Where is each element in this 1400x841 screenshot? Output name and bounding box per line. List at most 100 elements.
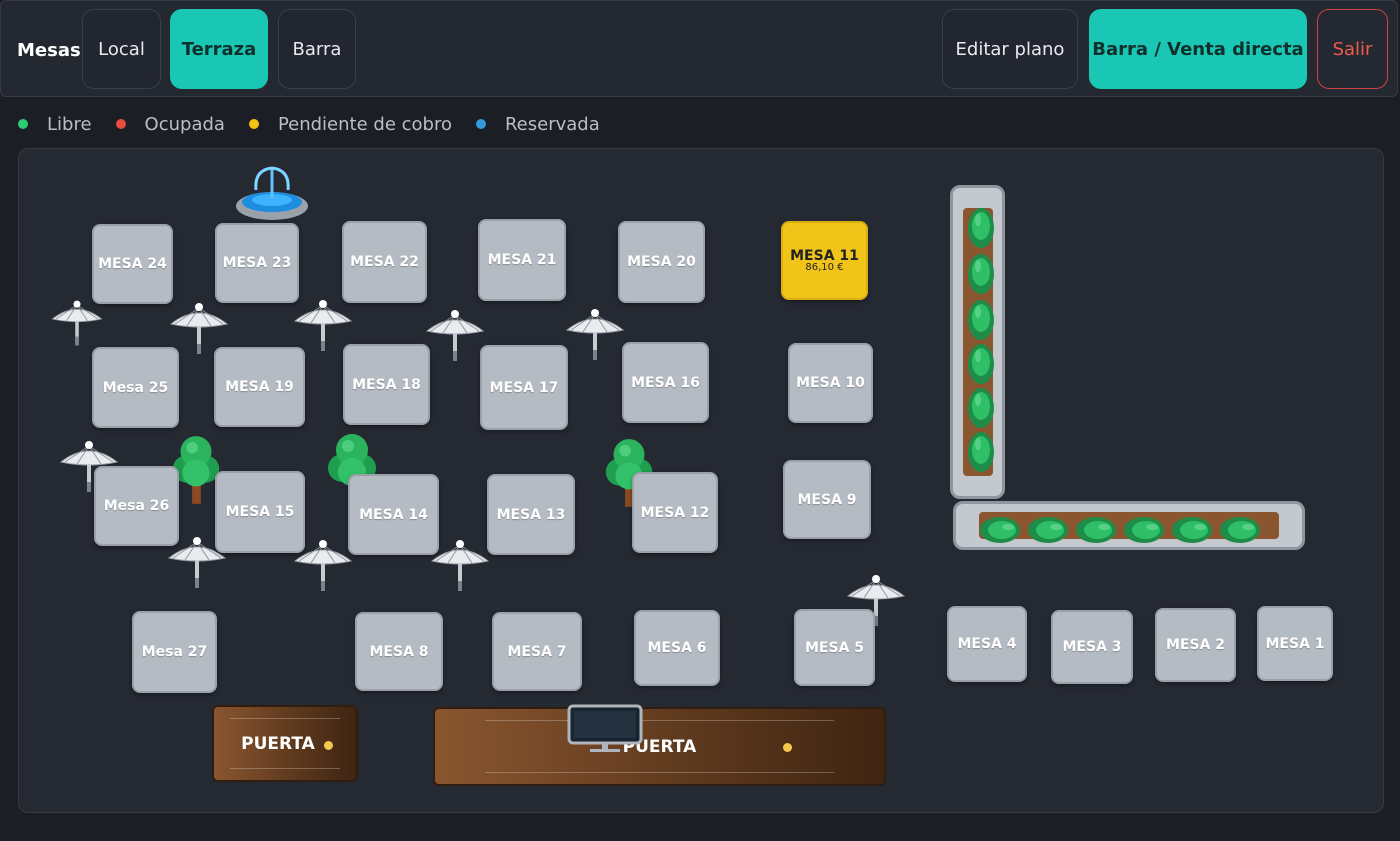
tab-terraza[interactable]: Terraza xyxy=(170,9,268,89)
free-dot-icon xyxy=(18,119,28,129)
table-mesa-12[interactable]: MESA 12 xyxy=(632,472,718,553)
table-label: MESA 8 xyxy=(369,643,429,660)
edit-plan-button[interactable]: Editar plano xyxy=(942,9,1078,89)
table-label: MESA 10 xyxy=(796,375,865,391)
shrub-icon xyxy=(1170,515,1214,545)
tab-barra[interactable]: Barra xyxy=(278,9,356,89)
table-mesa-15[interactable]: MESA 15 xyxy=(215,471,305,553)
table-mesa-4[interactable]: MESA 4 xyxy=(947,606,1027,682)
table-mesa-8[interactable]: MESA 8 xyxy=(355,612,443,691)
table-label: MESA 1 xyxy=(1265,635,1325,652)
table-mesa-11[interactable]: MESA 11 86,10 € xyxy=(781,221,868,300)
table-label: Mesa 25 xyxy=(102,379,169,396)
legend-free: Libre xyxy=(18,114,92,135)
table-mesa-27[interactable]: Mesa 27 xyxy=(132,611,217,693)
table-mesa-7[interactable]: MESA 7 xyxy=(492,612,582,691)
door-trim xyxy=(230,718,340,719)
table-label: MESA 18 xyxy=(352,376,421,393)
table-label: MESA 19 xyxy=(225,379,294,395)
table-mesa-6[interactable]: MESA 6 xyxy=(634,610,720,686)
table-mesa-13[interactable]: MESA 13 xyxy=(487,474,575,555)
shrub-icon xyxy=(966,298,996,342)
tab-local[interactable]: Local xyxy=(82,9,161,89)
legend-reserved: Reservada xyxy=(475,113,600,135)
shrub-icon xyxy=(966,206,996,250)
table-mesa-1[interactable]: MESA 1 xyxy=(1257,606,1333,681)
table-mesa-18[interactable]: MESA 18 xyxy=(343,344,430,425)
door-trim xyxy=(230,768,340,769)
table-label: MESA 17 xyxy=(489,379,559,396)
table-mesa-20[interactable]: MESA 20 xyxy=(618,221,705,303)
table-label: MESA 23 xyxy=(222,255,292,271)
table-label: MESA 4 xyxy=(957,636,1017,652)
legend-occupied: Ocupada xyxy=(115,113,225,135)
shrub-icon xyxy=(1074,515,1118,545)
legend-pending: Pendiente de cobro xyxy=(248,113,452,135)
table-label: Mesa 26 xyxy=(103,498,170,514)
table-label: MESA 6 xyxy=(647,640,707,656)
table-label: MESA 5 xyxy=(804,639,865,656)
occupied-dot-icon xyxy=(115,119,126,129)
table-mesa-9[interactable]: MESA 9 xyxy=(783,460,871,539)
fountain-icon xyxy=(234,162,310,222)
table-label: MESA 9 xyxy=(797,491,857,508)
door-trim xyxy=(485,720,834,721)
door-knob-icon xyxy=(324,741,333,750)
table-label: MESA 24 xyxy=(98,256,167,272)
shrub-icon xyxy=(966,252,996,296)
door-trim xyxy=(485,772,834,773)
table-mesa-24[interactable]: MESA 24 xyxy=(92,224,173,304)
table-mesa-17[interactable]: MESA 17 xyxy=(480,345,568,430)
legend-label: Libre xyxy=(47,113,92,135)
table-mesa-21[interactable]: MESA 21 xyxy=(478,219,566,301)
legend-label: Pendiente de cobro xyxy=(277,113,452,135)
page-title: Mesas xyxy=(17,40,81,61)
monitor-icon[interactable] xyxy=(566,704,644,754)
table-mesa-3[interactable]: MESA 3 xyxy=(1051,610,1133,684)
table-mesa-25[interactable]: Mesa 25 xyxy=(92,347,179,428)
table-label: MESA 2 xyxy=(1165,637,1226,653)
table-label: MESA 13 xyxy=(496,506,566,523)
table-label: MESA 12 xyxy=(640,504,710,521)
table-mesa-10[interactable]: MESA 10 xyxy=(788,343,873,423)
status-legend: Libre Ocupada Pendiente de cobro Reserva… xyxy=(18,113,624,135)
table-mesa-5[interactable]: MESA 5 xyxy=(794,609,875,686)
table-label: Mesa 27 xyxy=(141,644,208,660)
table-amount: 86,10 € xyxy=(805,262,844,273)
door-knob-icon xyxy=(783,743,792,752)
table-label: MESA 3 xyxy=(1062,639,1122,655)
parasol-icon xyxy=(45,298,109,354)
door-label: PUERTA xyxy=(241,733,315,754)
legend-label: Ocupada xyxy=(144,113,225,135)
table-mesa-23[interactable]: MESA 23 xyxy=(215,223,299,303)
table-mesa-2[interactable]: MESA 2 xyxy=(1155,608,1236,682)
parasol-icon xyxy=(423,307,487,371)
table-label: MESA 14 xyxy=(359,506,428,523)
shrub-icon xyxy=(966,430,996,474)
exit-button[interactable]: Salir xyxy=(1317,9,1388,89)
table-mesa-22[interactable]: MESA 22 xyxy=(342,221,427,303)
shrub-icon xyxy=(1122,515,1166,545)
table-mesa-19[interactable]: MESA 19 xyxy=(214,347,305,427)
door-large[interactable]: PUERTA xyxy=(433,707,886,786)
table-label: MESA 16 xyxy=(631,374,700,391)
table-label: MESA 7 xyxy=(507,643,567,660)
bar-direct-sale-button[interactable]: Barra / Venta directa xyxy=(1089,9,1307,89)
table-label: MESA 20 xyxy=(627,254,696,270)
door-small[interactable]: PUERTA xyxy=(212,705,358,782)
table-mesa-26[interactable]: Mesa 26 xyxy=(94,466,179,546)
table-label: MESA 21 xyxy=(487,252,557,268)
shrub-icon xyxy=(966,342,996,386)
table-mesa-16[interactable]: MESA 16 xyxy=(622,342,709,423)
legend-label: Reservada xyxy=(504,113,600,135)
table-mesa-14[interactable]: MESA 14 xyxy=(348,474,439,555)
top-bar: Mesas Local Terraza Barra Editar plano B… xyxy=(0,0,1398,97)
parasol-icon xyxy=(563,306,627,370)
table-label: MESA 15 xyxy=(225,504,295,520)
table-label: MESA 22 xyxy=(350,254,419,270)
reserved-dot-icon xyxy=(475,119,486,129)
shrub-icon xyxy=(978,515,1022,545)
shrub-icon xyxy=(966,386,996,430)
pending-dot-icon xyxy=(248,119,259,129)
shrub-icon xyxy=(1026,515,1070,545)
